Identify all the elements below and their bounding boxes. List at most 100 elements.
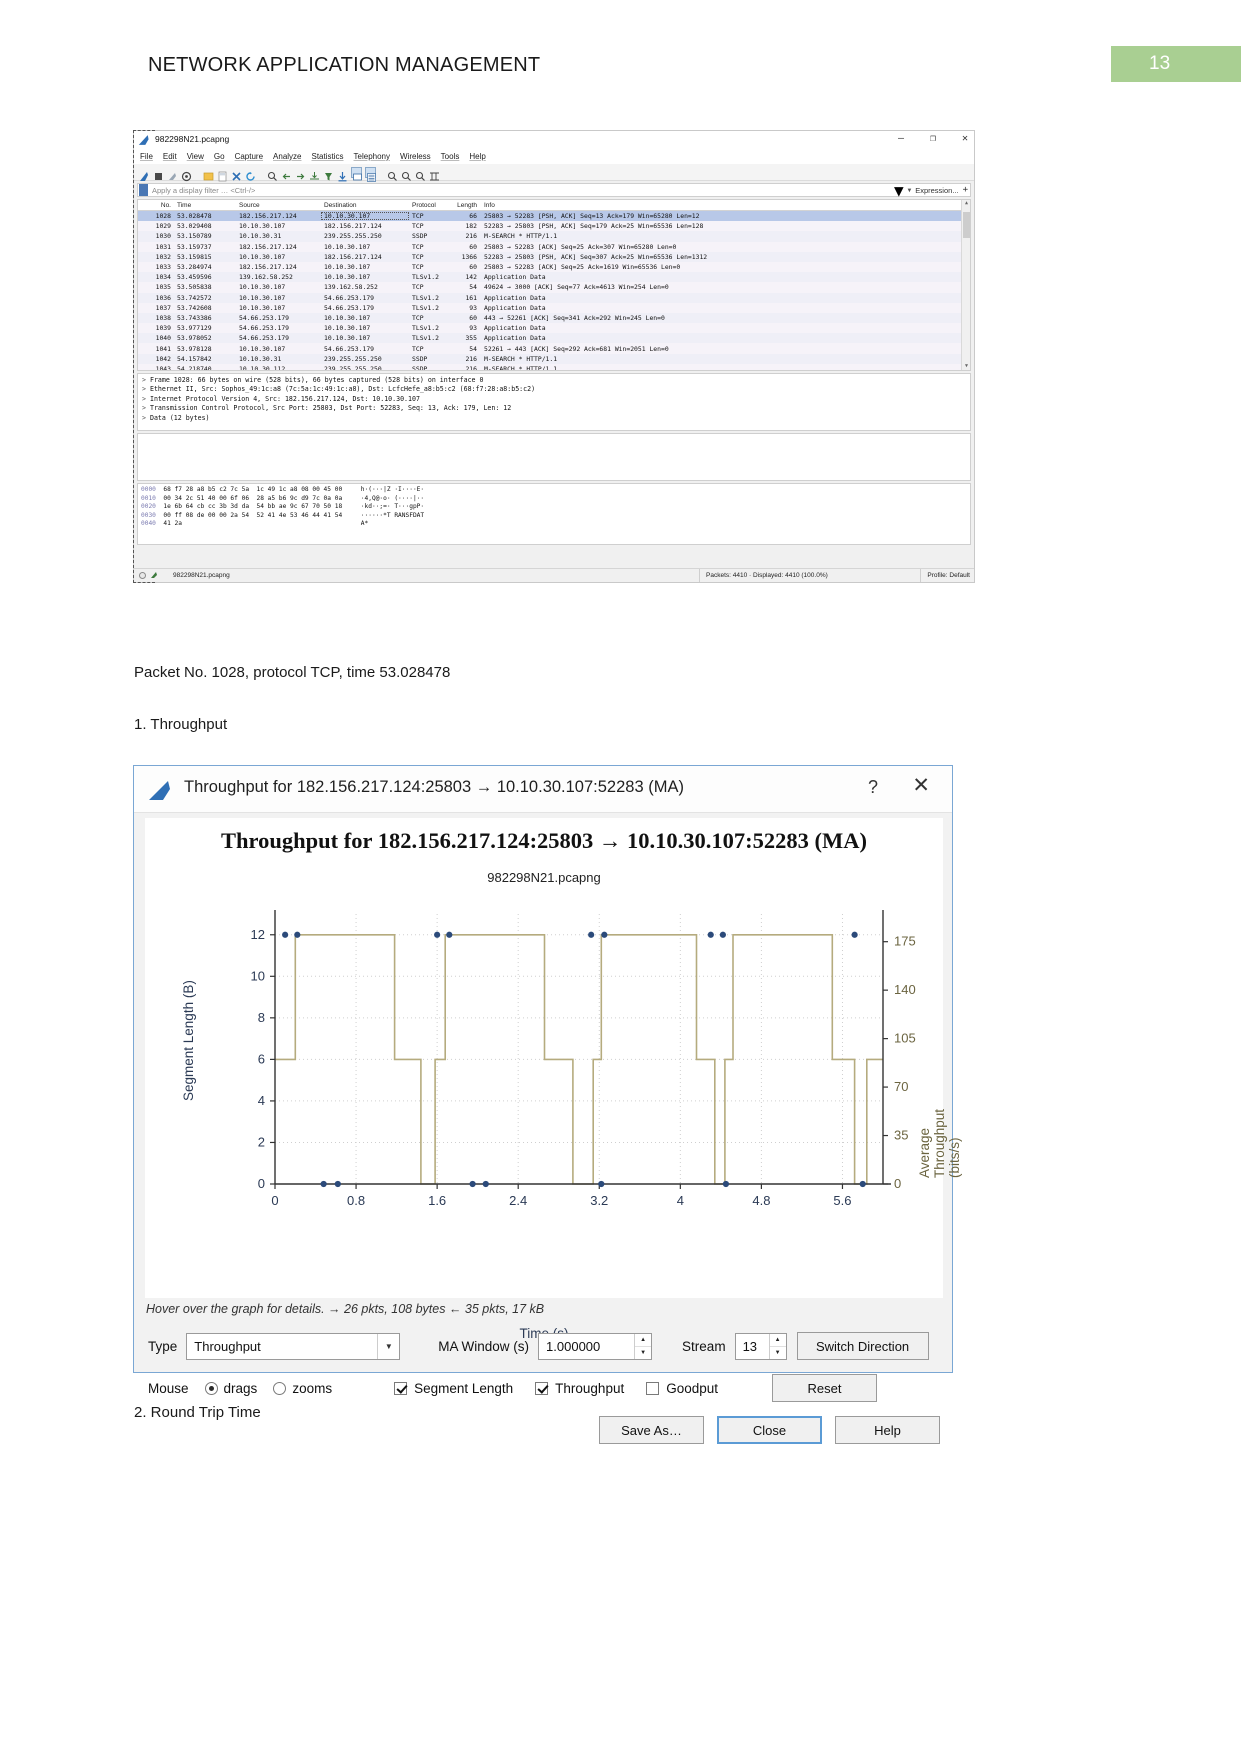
column-length[interactable]: Length <box>449 202 481 209</box>
menu-analyze[interactable]: Analyze <box>273 152 301 161</box>
colorize-icon[interactable] <box>365 166 376 182</box>
packet-bytes-pane[interactable]: 0000 68 f7 28 a8 b5 c2 7c 5a 1c 49 1c a8… <box>137 483 971 545</box>
expand-chevron-right-icon[interactable]: > <box>142 376 146 384</box>
stream-stepper[interactable]: ▲ ▼ <box>768 1333 786 1359</box>
capture-options-icon[interactable] <box>181 167 192 181</box>
protocol-tree-item[interactable]: > Data (12 bytes) <box>140 414 970 423</box>
goodput-checkbox[interactable] <box>646 1381 660 1395</box>
protocol-tree-item[interactable]: > Internet Protocol Version 4, Src: 182.1… <box>140 395 970 404</box>
close-file-icon[interactable] <box>231 167 242 181</box>
table-row[interactable]: 1031 53.159737 182.156.217.124 10.10.30.107… <box>138 241 970 252</box>
resize-columns-icon[interactable] <box>429 167 440 180</box>
expand-chevron-right-icon[interactable]: > <box>142 414 146 422</box>
expand-chevron-right-icon[interactable]: > <box>142 385 146 393</box>
mouse-zooms-radio[interactable] <box>273 1381 287 1395</box>
scroll-up-icon[interactable]: ▲ <box>963 200 970 207</box>
menu-view[interactable]: View <box>187 152 204 161</box>
menu-help[interactable]: Help <box>469 152 485 161</box>
go-forward-icon[interactable] <box>295 167 306 179</box>
save-file-icon[interactable] <box>217 167 228 181</box>
save-as-button[interactable]: Save As… <box>599 1416 704 1444</box>
protocol-tree-item[interactable]: > Ethernet II, Src: Sophos_49:1c:a8 (7c:5… <box>140 385 970 394</box>
mouse-drags-radio[interactable] <box>204 1381 218 1395</box>
table-row[interactable]: 1032 53.159815 10.10.30.107 182.156.217.124… <box>138 251 970 262</box>
table-row[interactable]: 1038 53.743386 54.66.253.179 10.10.30.107 TC… <box>138 312 970 324</box>
display-filter-bar[interactable]: Apply a display filter … <Ctrl-/> ▼ ▼ Ex… <box>137 181 971 200</box>
zoom-reset-icon[interactable] <box>415 167 426 181</box>
help-button[interactable]: Help <box>835 1416 940 1444</box>
close-icon[interactable]: ✕ <box>912 775 930 797</box>
packet-details-pane[interactable]: > Frame 1028: 66 bytes on wire (528 bits)… <box>137 373 971 431</box>
filter-expression-button[interactable]: Expression... <box>915 186 958 195</box>
protocol-tree-item[interactable]: > Frame 1028: 66 bytes on wire (528 bits)… <box>140 376 970 385</box>
switch-direction-button[interactable]: Switch Direction <box>796 1332 929 1360</box>
find-packet-icon[interactable] <box>267 167 278 181</box>
type-select[interactable]: Throughput ▼ <box>186 1332 401 1360</box>
table-row[interactable]: 1034 53.459596 139.162.58.252 10.10.30.107 T… <box>138 272 970 283</box>
menu-statistics[interactable]: Statistics <box>312 152 344 161</box>
maximize-icon[interactable]: ❐ <box>928 133 938 145</box>
table-row[interactable]: 1028 53.028478 182.156.217.124 10.10.30.107… <box>138 211 970 222</box>
protocol-tree-item[interactable]: > Transmission Control Protocol, Src Port… <box>140 404 970 413</box>
menu-file[interactable]: File <box>140 152 153 161</box>
stepper-down-icon[interactable]: ▼ <box>635 1347 651 1359</box>
zoom-out-icon[interactable] <box>401 167 412 181</box>
column-info[interactable]: Info <box>481 202 970 209</box>
help-icon[interactable]: ? <box>868 777 878 798</box>
close-icon[interactable]: ✕ <box>960 133 970 145</box>
table-row[interactable]: 1041 53.978128 10.10.30.107 54.66.253.179 TC… <box>138 343 970 354</box>
go-last-packet-icon[interactable] <box>337 167 348 181</box>
column-time[interactable]: Time <box>174 202 236 209</box>
status-profile[interactable]: Profile: Default <box>920 569 970 582</box>
stepper-down-icon[interactable]: ▼ <box>770 1347 786 1359</box>
table-row[interactable]: 1033 53.284974 182.156.217.124 10.10.30.107… <box>138 261 970 273</box>
stepper-up-icon[interactable]: ▲ <box>769 1334 786 1347</box>
restart-capture-icon[interactable] <box>167 167 178 180</box>
menu-edit[interactable]: Edit <box>163 152 177 161</box>
column-destination[interactable]: Destination <box>321 202 409 209</box>
expand-chevron-right-icon[interactable]: > <box>142 395 146 403</box>
chart-plot[interactable]: Segment Length (B) Average Throughput (b… <box>145 896 962 1341</box>
table-row[interactable]: 1029 53.029408 10.10.30.107 182.156.217.124… <box>138 221 970 232</box>
stop-capture-icon[interactable] <box>153 167 164 180</box>
autoscroll-icon[interactable] <box>351 166 362 180</box>
minimize-icon[interactable]: – <box>896 133 906 145</box>
table-row[interactable]: 1030 53.150789 10.10.30.31 239.255.255.250 S… <box>138 231 970 242</box>
close-button[interactable]: Close <box>717 1416 822 1444</box>
stepper-up-icon[interactable]: ▲ <box>635 1334 652 1347</box>
reset-button[interactable]: Reset <box>772 1374 878 1402</box>
go-to-packet-icon[interactable] <box>309 167 320 179</box>
reload-file-icon[interactable] <box>245 167 256 181</box>
packet-list-pane[interactable]: No. Time Source Destination Protocol Len… <box>137 199 971 371</box>
filter-add-button[interactable]: + <box>963 185 968 195</box>
display-filter-input[interactable]: Apply a display filter … <Ctrl-/> <box>152 186 255 195</box>
packet-list-scrollbar[interactable]: ▲ ▼ <box>961 200 970 370</box>
throughput-checkbox[interactable] <box>535 1381 549 1395</box>
open-file-icon[interactable] <box>203 167 214 180</box>
table-row[interactable]: 1036 53.742572 10.10.30.107 54.66.253.179 TL… <box>138 292 970 303</box>
filter-history-chevron-down-icon[interactable]: ▼ <box>894 181 904 200</box>
column-no[interactable]: No. <box>138 202 174 209</box>
scroll-down-icon[interactable]: ▼ <box>963 363 970 370</box>
table-row[interactable]: 1043 54.218740 10.10.30.112 239.255.255.250… <box>138 363 970 370</box>
column-source[interactable]: Source <box>236 202 321 209</box>
throughput-chart-area[interactable]: Throughput for 182.156.217.124:25803 → 1… <box>145 818 962 1341</box>
capture-file-properties-icon[interactable] <box>150 571 159 580</box>
table-row[interactable]: 1039 53.977129 54.66.253.179 10.10.30.107 TL… <box>138 323 970 334</box>
expand-chevron-right-icon[interactable]: > <box>142 404 146 412</box>
go-first-packet-icon[interactable] <box>323 167 334 180</box>
scrollbar-thumb[interactable] <box>963 212 970 238</box>
table-row[interactable]: 1042 54.157842 10.10.30.31 239.255.255.250 S… <box>138 353 970 364</box>
filter-dropdown-icon[interactable]: ▼ <box>908 187 912 194</box>
table-row[interactable]: 1037 53.742608 10.10.30.107 54.66.253.179 TL… <box>138 302 970 313</box>
menu-capture[interactable]: Capture <box>235 152 263 161</box>
table-row[interactable]: 1035 53.505838 10.10.30.107 139.162.58.252 T… <box>138 282 970 293</box>
table-row[interactable]: 1040 53.978052 54.66.253.179 10.10.30.107 TL… <box>138 333 970 344</box>
segment-length-checkbox[interactable] <box>394 1381 408 1395</box>
menu-go[interactable]: Go <box>214 152 225 161</box>
ma-window-stepper[interactable]: ▲ ▼ <box>634 1333 652 1359</box>
zoom-in-icon[interactable] <box>387 167 398 181</box>
stream-input[interactable]: 13 ▲ ▼ <box>734 1332 787 1360</box>
column-protocol[interactable]: Protocol <box>409 202 449 209</box>
go-back-icon[interactable] <box>281 167 292 179</box>
